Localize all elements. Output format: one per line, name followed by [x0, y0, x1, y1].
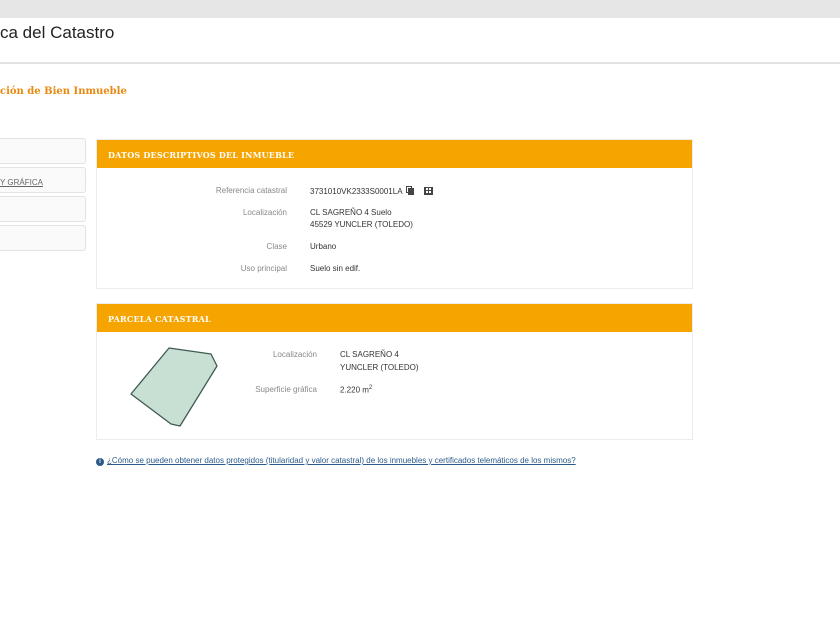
location-line-2: 45529 YUNCLER (TOLEDO) — [310, 220, 413, 229]
ref-value-wrap: 3731010VK2333S0001LA — [310, 186, 433, 196]
sidebar-nav: Y GRÁFICA — [0, 138, 86, 254]
class-value: Urbano — [310, 242, 337, 251]
location-label: Localización — [242, 208, 287, 217]
class-label: Clase — [266, 242, 287, 251]
copy-icon[interactable] — [405, 186, 414, 195]
parcel-location-line-1: CL SAGREÑO 4 — [340, 350, 399, 359]
parcel-panel: PARCELA CATASTRAL Localización CL SAGREÑ… — [96, 303, 693, 440]
protected-data-info: i ¿Cómo se pueden obtener datos protegido… — [96, 456, 576, 466]
sidebar-item-3[interactable] — [0, 196, 86, 222]
page-subtitle: ción de Bien Inmueble — [0, 86, 127, 97]
ref-value: 3731010VK2333S0001LA — [310, 187, 403, 196]
descriptive-data-header: DATOS DESCRIPTIVOS DEL INMUEBLE — [97, 140, 692, 168]
sidebar-item-4[interactable] — [0, 225, 86, 251]
parcel-surface-wrap: 2.220 m2 — [340, 385, 372, 395]
parcel-surface-value: 2.220 m — [340, 385, 369, 395]
parcel-surface-label: Superficie gráfica — [255, 385, 317, 394]
parcel-surface-unit-sup: 2 — [368, 385, 373, 391]
sidebar-item-grafica[interactable]: Y GRÁFICA — [0, 167, 86, 193]
info-icon: i — [96, 458, 104, 466]
site-title: ca del Catastro — [0, 23, 115, 42]
site-header: ca del Catastro — [0, 18, 840, 64]
browser-top-strip — [0, 0, 840, 18]
location-line-1: CL SAGREÑO 4 Suelo — [310, 208, 392, 217]
grid-icon[interactable] — [423, 187, 433, 195]
use-value: Suelo sin edif. — [310, 264, 361, 273]
ref-label: Referencia catastral — [215, 186, 287, 195]
sidebar-item-1[interactable] — [0, 138, 86, 164]
descriptive-data-panel: DATOS DESCRIPTIVOS DEL INMUEBLE Referenc… — [96, 139, 693, 289]
protected-data-link[interactable]: ¿Cómo se pueden obtener datos protegidos… — [107, 456, 576, 465]
parcel-location-label: Localización — [272, 350, 317, 359]
parcel-header: PARCELA CATASTRAL — [97, 304, 692, 332]
use-label: Uso principal — [240, 264, 287, 273]
parcel-location-line-2: YUNCLER (TOLEDO) — [340, 363, 419, 372]
